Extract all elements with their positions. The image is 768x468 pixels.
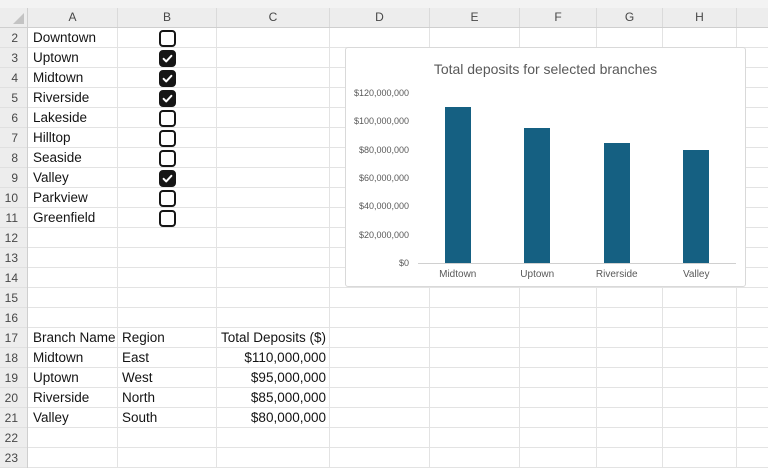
- checkmark-icon: [161, 92, 174, 105]
- table-cell-region[interactable]: East: [122, 348, 149, 368]
- row-header-7[interactable]: 7: [0, 128, 27, 148]
- column-header-d[interactable]: D: [330, 8, 430, 27]
- branch-checkbox[interactable]: [159, 150, 176, 167]
- select-all-corner[interactable]: [0, 8, 28, 27]
- column-header-b[interactable]: B: [118, 8, 217, 27]
- branch-label[interactable]: Uptown: [33, 48, 79, 68]
- y-axis-tick-label: $100,000,000: [349, 116, 409, 126]
- checkmark-icon: [161, 72, 174, 85]
- column-header-g[interactable]: G: [597, 8, 663, 27]
- table-cell-region[interactable]: North: [122, 388, 155, 408]
- branch-checkbox[interactable]: [159, 50, 176, 67]
- column-header-h[interactable]: H: [663, 8, 737, 27]
- row-header-21[interactable]: 21: [0, 408, 27, 428]
- table-header-region[interactable]: Region: [122, 328, 165, 348]
- row-header-10[interactable]: 10: [0, 188, 27, 208]
- y-axis-tick-label: $40,000,000: [349, 201, 409, 211]
- table-header-deposits[interactable]: Total Deposits ($): [221, 328, 326, 348]
- chart-title: Total deposits for selected branches: [346, 61, 745, 77]
- x-axis-category-label: Midtown: [418, 269, 498, 280]
- row-header-20[interactable]: 20: [0, 388, 27, 408]
- column-header-e[interactable]: E: [430, 8, 520, 27]
- row-header-12[interactable]: 12: [0, 228, 27, 248]
- y-axis-tick-label: $0: [349, 258, 409, 268]
- bar-valley[interactable]: [683, 150, 709, 263]
- row-header-9[interactable]: 9: [0, 168, 27, 188]
- column-header-band: ABCDEFGH: [0, 8, 768, 28]
- branch-checkbox[interactable]: [159, 70, 176, 87]
- y-axis-tick-label: $80,000,000: [349, 145, 409, 155]
- row-header-14[interactable]: 14: [0, 268, 27, 288]
- table-cell-branch[interactable]: Uptown: [33, 368, 79, 388]
- branch-label[interactable]: Valley: [33, 168, 69, 188]
- row-header-19[interactable]: 19: [0, 368, 27, 388]
- row-header-17[interactable]: 17: [0, 328, 27, 348]
- row-header-23[interactable]: 23: [0, 448, 27, 468]
- row-header-5[interactable]: 5: [0, 88, 27, 108]
- column-header-f[interactable]: F: [520, 8, 597, 27]
- row-header-15[interactable]: 15: [0, 288, 27, 308]
- spreadsheet: ABCDEFGH 2345678910111213141516171819202…: [0, 0, 768, 468]
- table-cell-deposits[interactable]: $110,000,000: [221, 348, 326, 368]
- table-cell-deposits[interactable]: $85,000,000: [221, 388, 326, 408]
- bar-uptown[interactable]: [524, 128, 550, 263]
- branch-label[interactable]: Seaside: [33, 148, 82, 168]
- row-header-13[interactable]: 13: [0, 248, 27, 268]
- formula-bar-edge: [0, 0, 768, 8]
- column-header-c[interactable]: C: [217, 8, 330, 27]
- branch-checkbox[interactable]: [159, 30, 176, 47]
- row-header-11[interactable]: 11: [0, 208, 27, 228]
- branch-checkbox[interactable]: [159, 110, 176, 127]
- bar-riverside[interactable]: [604, 143, 630, 263]
- branch-label[interactable]: Parkview: [33, 188, 88, 208]
- table-cell-region[interactable]: South: [122, 408, 157, 428]
- row-header-6[interactable]: 6: [0, 108, 27, 128]
- table-cell-deposits[interactable]: $80,000,000: [221, 408, 326, 428]
- branch-label[interactable]: Hilltop: [33, 128, 71, 148]
- row-header-8[interactable]: 8: [0, 148, 27, 168]
- x-axis-category-label: Valley: [656, 269, 736, 280]
- table-header-branch[interactable]: Branch Name: [33, 328, 116, 348]
- branch-label[interactable]: Midtown: [33, 68, 83, 88]
- row-header-4[interactable]: 4: [0, 68, 27, 88]
- bar-midtown[interactable]: [445, 107, 471, 263]
- row-header-18[interactable]: 18: [0, 348, 27, 368]
- table-cell-branch[interactable]: Riverside: [33, 388, 89, 408]
- row-header-2[interactable]: 2: [0, 28, 27, 48]
- branch-label[interactable]: Riverside: [33, 88, 89, 108]
- chart-x-axis-line: [418, 263, 736, 264]
- vertical-gridline: [117, 28, 118, 468]
- checkmark-icon: [161, 172, 174, 185]
- branch-label[interactable]: Downtown: [33, 28, 96, 48]
- row-header-16[interactable]: 16: [0, 308, 27, 328]
- table-cell-branch[interactable]: Midtown: [33, 348, 83, 368]
- table-cell-region[interactable]: West: [122, 368, 153, 388]
- row-header-3[interactable]: 3: [0, 48, 27, 68]
- x-axis-category-label: Riverside: [577, 269, 657, 280]
- row-header-band: 234567891011121314151617181920212223: [0, 28, 28, 468]
- y-axis-tick-label: $20,000,000: [349, 230, 409, 240]
- vertical-gridline: [216, 28, 217, 468]
- table-cell-branch[interactable]: Valley: [33, 408, 69, 428]
- y-axis-tick-label: $60,000,000: [349, 173, 409, 183]
- branch-checkbox[interactable]: [159, 190, 176, 207]
- row-header-22[interactable]: 22: [0, 428, 27, 448]
- table-cell-deposits[interactable]: $95,000,000: [221, 368, 326, 388]
- branch-checkbox[interactable]: [159, 90, 176, 107]
- column-header-a[interactable]: A: [28, 8, 118, 27]
- branch-label[interactable]: Lakeside: [33, 108, 87, 128]
- branch-label[interactable]: Greenfield: [33, 208, 95, 228]
- x-axis-category-label: Uptown: [497, 269, 577, 280]
- vertical-gridline: [329, 28, 330, 468]
- branch-checkbox[interactable]: [159, 130, 176, 147]
- checkmark-icon: [161, 52, 174, 65]
- select-all-triangle-icon: [13, 13, 24, 24]
- deposits-bar-chart[interactable]: Total deposits for selected branches $12…: [345, 47, 746, 287]
- branch-checkbox[interactable]: [159, 170, 176, 187]
- branch-checkbox[interactable]: [159, 210, 176, 227]
- y-axis-tick-label: $120,000,000: [349, 88, 409, 98]
